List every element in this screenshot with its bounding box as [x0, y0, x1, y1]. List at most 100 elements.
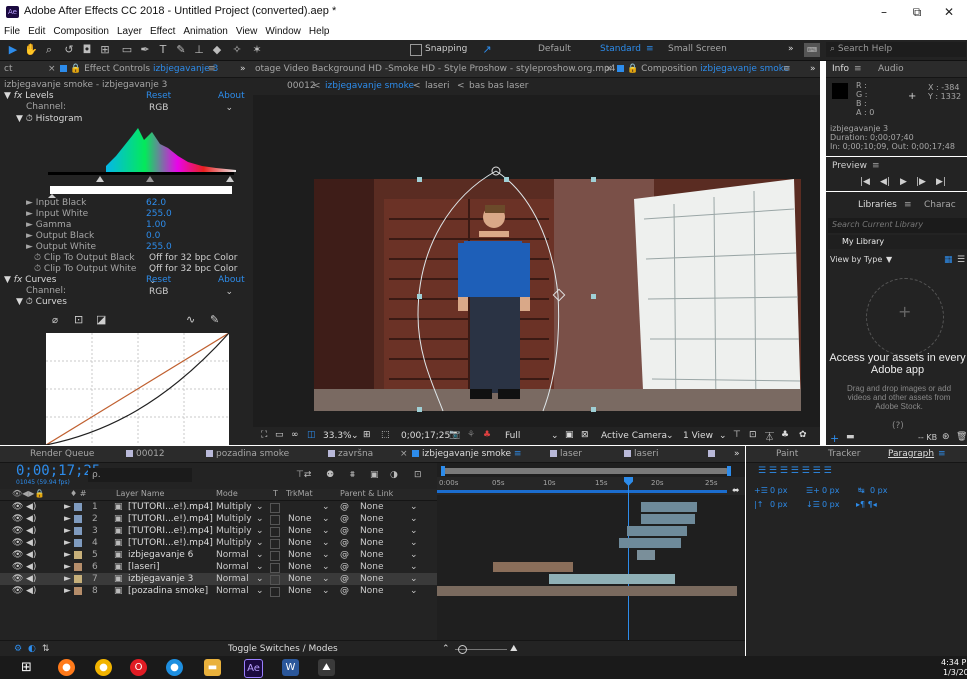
param-output-white-value[interactable]: 255.0	[146, 242, 172, 252]
comp-breadcrumb-4[interactable]: bas bas laser	[469, 81, 529, 91]
audio-icon[interactable]: ◀)	[26, 525, 36, 537]
flowchart-icon[interactable]: ⏄	[765, 430, 774, 443]
param-gamma[interactable]: ► Gamma	[26, 220, 71, 230]
label-color-swatch[interactable]	[74, 575, 82, 583]
frame-blending-icon[interactable]: ▣	[370, 470, 379, 480]
visibility-eye-icon[interactable]: 👁	[12, 585, 23, 597]
param-input-white-value[interactable]: 255.0	[146, 209, 172, 219]
levels-channel-select[interactable]: RGB ⌄	[146, 102, 236, 114]
trkmat-chevron-icon[interactable]: ⌄	[322, 573, 330, 585]
tab-tracker[interactable]: Tracker	[828, 446, 860, 462]
param-output-black-value[interactable]: 0.0	[146, 231, 160, 241]
curves-bezier-icon[interactable]: ∿	[186, 313, 195, 326]
param-output-white[interactable]: ► Output White	[26, 242, 96, 252]
photos-icon[interactable]: ⛰	[318, 659, 335, 676]
parent-select[interactable]: None	[360, 573, 383, 585]
mode-chevron-icon[interactable]: ⌄	[256, 501, 264, 513]
layer-name[interactable]: izbjegavanje 6	[128, 549, 193, 561]
col-layer-name[interactable]: Layer Name	[116, 489, 164, 498]
trkmat-select[interactable]: None	[288, 549, 311, 561]
view-chevron-icon[interactable]: ▼	[886, 255, 892, 264]
panel-resize-icon[interactable]: ⬌	[732, 486, 740, 496]
tab-laseri[interactable]: laseri	[624, 446, 658, 462]
space-before-icon[interactable]: |↑	[754, 500, 763, 509]
snapping-checkbox[interactable]	[410, 44, 422, 56]
navigator-start-handle[interactable]	[441, 466, 445, 476]
text-direction-icon[interactable]: ▸¶ ¶◂	[856, 500, 877, 509]
expand-time-icon[interactable]: ⇅	[42, 644, 50, 654]
trkmat-chevron-icon[interactable]: ⌄	[322, 549, 330, 561]
mask-path-overlay[interactable]	[253, 95, 820, 427]
comp-panel-menu-icon[interactable]: ≡	[783, 61, 791, 77]
layer-duration-bar[interactable]	[627, 526, 687, 536]
workspace-menu-icon[interactable]: ≡	[646, 44, 654, 54]
reset-exposure-icon[interactable]: ✿	[799, 430, 807, 440]
menu-window[interactable]: Window	[261, 24, 305, 40]
preserve-transparency-checkbox[interactable]	[270, 551, 280, 561]
timeline-zoom-handle[interactable]	[458, 645, 467, 654]
layer-duration-bar[interactable]	[549, 574, 675, 584]
curves-open-icon[interactable]: ⌀	[52, 315, 58, 326]
pickwhip-icon[interactable]: @	[340, 525, 349, 537]
label-color-swatch[interactable]	[74, 539, 82, 547]
preserve-transparency-checkbox[interactable]	[270, 527, 280, 537]
audio-icon[interactable]: ◀)	[26, 561, 36, 573]
trkmat-chevron-icon[interactable]: ⌄	[322, 513, 330, 525]
prev-frame-icon[interactable]: ◀|	[880, 177, 890, 187]
parent-select[interactable]: None	[360, 513, 383, 525]
preview-label[interactable]: Preview	[832, 161, 867, 171]
pickwhip-icon[interactable]: @	[340, 585, 349, 597]
parent-chevron-icon[interactable]: ⌄	[410, 585, 418, 597]
param-input-black-value[interactable]: 62.0	[146, 198, 166, 208]
workspace-default[interactable]: Default	[538, 44, 571, 54]
list-view-icon[interactable]: ☰	[957, 255, 965, 265]
zoom-in-icon[interactable]: ⛰	[510, 644, 518, 654]
indent-left-icon[interactable]: +☰	[754, 486, 768, 495]
zoom-out-icon[interactable]: ⌃	[442, 644, 450, 654]
workspace-standard[interactable]: Standard	[600, 44, 641, 54]
comp-breadcrumb-1[interactable]: 00012	[287, 81, 316, 91]
next-frame-icon[interactable]: |▶	[916, 177, 926, 187]
menu-composition[interactable]: Composition	[49, 24, 113, 40]
layer-row[interactable]: 👁 ◀) ► 1 ▣ [TUTORI...e!).mp4] Multiply ⌄ ⌄ @ None ⌄	[0, 501, 437, 513]
zoom-chevron-icon[interactable]: ⌄	[351, 431, 359, 441]
add-icon[interactable]: +	[898, 302, 911, 321]
footage-tab[interactable]: otage Video Background HD -Smoke HD - St…	[255, 61, 615, 77]
param-input-black[interactable]: ► Input Black	[26, 198, 86, 208]
audio-tab[interactable]: Audio	[878, 61, 904, 77]
audio-icon[interactable]: ◀)	[26, 573, 36, 585]
camera-chevron-icon[interactable]: ⌄	[666, 431, 674, 441]
preserve-transparency-checkbox[interactable]	[270, 539, 280, 549]
expand-modes-icon[interactable]: ◐	[28, 644, 36, 654]
menu-file[interactable]: File	[0, 24, 24, 40]
curves-reset[interactable]: Reset	[146, 275, 171, 285]
first-line-indent-icon[interactable]: ↹	[858, 486, 865, 495]
trkmat-chevron-icon[interactable]: ⌄	[322, 525, 330, 537]
trkmat-chevron-icon[interactable]: ⌄	[322, 501, 330, 513]
resolution-select[interactable]: Full	[505, 431, 520, 441]
histogram-graph[interactable]	[46, 126, 236, 198]
tab-00012[interactable]: 00012	[126, 446, 165, 462]
mode-chevron-icon[interactable]: ⌄	[256, 585, 264, 597]
indent-right-icon[interactable]: ☰+	[806, 486, 820, 495]
close-comp-tab-icon[interactable]: ×	[605, 61, 613, 77]
workspace-small-screen[interactable]: Small Screen	[668, 44, 727, 54]
tab-laser[interactable]: laser	[550, 446, 582, 462]
firefox-icon[interactable]: ●	[58, 659, 75, 676]
snapshot-icon[interactable]: 📷	[449, 430, 460, 440]
indent-left-value[interactable]: 0 px	[770, 486, 787, 495]
layer-name[interactable]: [TUTORI...e!).mp4]	[128, 525, 213, 537]
camera-tool-icon[interactable]: ◘	[80, 43, 94, 57]
time-graph[interactable]: 0:00s 05s 10s 15s 20s 25s	[437, 463, 745, 640]
parent-select[interactable]: None	[360, 525, 383, 537]
col-parent[interactable]: Parent & Link	[340, 489, 393, 498]
info-menu-icon[interactable]: ≡	[854, 61, 862, 77]
trkmat-select[interactable]: None	[288, 585, 311, 597]
layer-name[interactable]: [TUTORI...e!).mp4]	[128, 513, 213, 525]
mode-chevron-icon[interactable]: ⌄	[256, 549, 264, 561]
preserve-transparency-checkbox[interactable]	[270, 503, 280, 513]
libraries-tab[interactable]: Libraries	[858, 200, 897, 210]
brush-tool-icon[interactable]: ✎	[174, 43, 188, 57]
tab-pozadina-smoke[interactable]: pozadina smoke	[206, 446, 289, 462]
last-frame-icon[interactable]: ▶|	[936, 177, 946, 187]
